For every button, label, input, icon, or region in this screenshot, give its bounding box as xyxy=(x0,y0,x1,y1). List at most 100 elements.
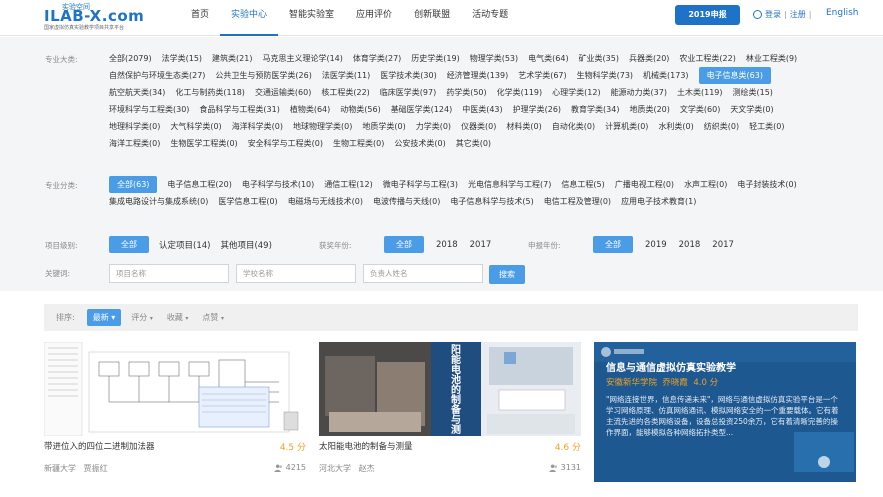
major-tag[interactable]: 纺织类(0) xyxy=(704,118,739,135)
experiment-card[interactable]: 带进位入的四位二进制加法器 4.5 分 新疆大学 贾振红 4215 xyxy=(44,342,306,482)
major-tag[interactable]: 临床医学类(97) xyxy=(380,84,436,101)
major-tag[interactable]: 海洋科学类(0) xyxy=(232,118,283,135)
major-tag[interactable]: 机械类(173) xyxy=(643,67,689,84)
sort-favorite[interactable]: 收藏 ▾ xyxy=(167,312,189,323)
major-tag[interactable]: 护理学类(26) xyxy=(513,101,561,118)
major-tag[interactable]: 化学类(119) xyxy=(497,84,543,101)
apply-2019-button[interactable]: 2019申报 xyxy=(675,5,740,25)
category-tag[interactable]: 水声工程(0) xyxy=(684,176,727,193)
major-tag[interactable]: 环境科学与工程类(30) xyxy=(109,101,189,118)
major-tag[interactable]: 医学技术类(30) xyxy=(380,67,436,84)
site-logo[interactable]: 实验空间 ILAB-X.com 国家虚拟仿真实验教学项目共享平台 xyxy=(44,2,174,32)
card-thumbnail[interactable] xyxy=(44,342,306,436)
major-tag[interactable]: 体育学类(27) xyxy=(353,50,401,67)
apply-all-button[interactable]: 全部 xyxy=(593,236,633,253)
major-tag[interactable]: 大气科学类(0) xyxy=(170,118,221,135)
search-button[interactable]: 搜索 xyxy=(489,265,525,284)
card-overlay[interactable]: 信息与通信虚拟仿真实验教学 安徽新华学院 乔晓霞 4.0 分 "网络连接世界，信… xyxy=(594,342,856,482)
category-tag[interactable]: 电子信息科学与技术(5) xyxy=(450,193,533,210)
category-tag[interactable]: 通信工程(12) xyxy=(324,176,372,193)
major-tag[interactable]: 安全科学与工程类(0) xyxy=(248,135,323,152)
major-tag[interactable]: 电子信息类(63) xyxy=(698,67,771,84)
major-tag[interactable]: 历史学类(19) xyxy=(411,50,459,67)
award-year-option[interactable]: 2018 xyxy=(436,240,458,250)
project-name-input[interactable]: 项目名称 xyxy=(109,264,229,283)
major-tag[interactable]: 马克思主义理论学(14) xyxy=(262,50,342,67)
major-tag[interactable]: 法医学类(11) xyxy=(322,67,370,84)
award-year-option[interactable]: 2017 xyxy=(470,240,492,250)
award-all-button[interactable]: 全部 xyxy=(384,236,424,253)
category-tag[interactable]: 电磁场与无线技术(0) xyxy=(288,193,363,210)
card-title[interactable]: 带进位入的四位二进制加法器 xyxy=(44,440,155,452)
category-tag[interactable]: 信息工程(5) xyxy=(561,176,604,193)
apply-year-option[interactable]: 2018 xyxy=(679,240,701,250)
major-tag[interactable]: 计算机类(0) xyxy=(605,118,648,135)
major-tag[interactable]: 力学类(0) xyxy=(416,118,451,135)
major-tag[interactable]: 药学类(50) xyxy=(446,84,486,101)
major-tag[interactable]: 矿业类(35) xyxy=(579,50,619,67)
major-tag[interactable]: 生物医学工程类(0) xyxy=(170,135,237,152)
category-tag[interactable]: 集成电路设计与集成系统(0) xyxy=(109,193,208,210)
level-all-button[interactable]: 全部 xyxy=(109,236,149,253)
category-tag[interactable]: 应用电子技术教育(1) xyxy=(621,193,696,210)
major-tag[interactable]: 公共卫生与预防医学类(26) xyxy=(215,67,311,84)
major-tag[interactable]: 心理学类(12) xyxy=(552,84,600,101)
nav-smart-lab[interactable]: 智能实验室 xyxy=(278,0,345,36)
nav-activity[interactable]: 活动专题 xyxy=(461,0,519,36)
major-tag[interactable]: 食品科学与工程类(31) xyxy=(199,101,279,118)
major-tag[interactable]: 材料类(0) xyxy=(506,118,541,135)
major-tag[interactable]: 文学类(60) xyxy=(680,101,720,118)
major-tag[interactable]: 生物科学类(73) xyxy=(577,67,633,84)
major-tag[interactable]: 地质学类(0) xyxy=(362,118,405,135)
major-tag[interactable]: 生物工程类(0) xyxy=(333,135,384,152)
category-tag[interactable]: 电子信息工程(20) xyxy=(167,176,231,193)
login-link[interactable]: 登录 xyxy=(765,9,781,20)
category-tag[interactable]: 电波传播与天线(0) xyxy=(373,193,440,210)
major-tag[interactable]: 天文学类(0) xyxy=(730,101,773,118)
language-link[interactable]: English xyxy=(826,8,859,18)
major-tag[interactable]: 化工与制药类(118) xyxy=(175,84,245,101)
major-tag[interactable]: 建筑类(21) xyxy=(212,50,252,67)
major-tag[interactable]: 能源动力类(37) xyxy=(611,84,667,101)
category-tag[interactable]: 电信工程及管理(0) xyxy=(544,193,611,210)
register-link[interactable]: 注册 xyxy=(790,9,806,20)
category-tag[interactable]: 医学信息工程(0) xyxy=(218,193,277,210)
major-tag[interactable]: 电气类(64) xyxy=(528,50,568,67)
nav-innovation-alliance[interactable]: 创新联盟 xyxy=(403,0,461,36)
school-name-input[interactable]: 学校名称 xyxy=(236,264,356,283)
major-tag[interactable]: 航空航天类(34) xyxy=(109,84,165,101)
major-tag[interactable]: 仪器类(0) xyxy=(461,118,496,135)
sort-rating[interactable]: 评分 ▾ xyxy=(131,312,153,323)
major-tag[interactable]: 自然保护与环境生态类(27) xyxy=(109,67,205,84)
major-tag[interactable]: 地球物理学类(0) xyxy=(293,118,352,135)
major-tag[interactable]: 艺术学类(67) xyxy=(518,67,566,84)
apply-year-option[interactable]: 2017 xyxy=(712,240,734,250)
major-tag[interactable]: 法学类(15) xyxy=(162,50,202,67)
major-tag[interactable]: 交通运输类(60) xyxy=(255,84,311,101)
nav-home[interactable]: 首页 xyxy=(180,0,220,36)
category-tag[interactable]: 电子科学与技术(10) xyxy=(242,176,314,193)
major-tag[interactable]: 其它类(0) xyxy=(456,135,491,152)
sort-newest-button[interactable]: 最新 ▾ xyxy=(86,309,122,326)
level-option[interactable]: 认定项目(14) xyxy=(159,239,210,251)
major-tag[interactable]: 水利类(0) xyxy=(658,118,693,135)
major-tag[interactable]: 农业工程类(22) xyxy=(679,50,735,67)
experiment-card[interactable]: 阳能电池的制备与测 太阳能电池的制备与测量 4.6 分 河北大学 赵杰 3131 xyxy=(319,342,581,482)
card-title[interactable]: 太阳能电池的制备与测量 xyxy=(319,440,413,452)
level-option[interactable]: 其他项目(49) xyxy=(220,239,271,251)
major-tag[interactable]: 物理学类(53) xyxy=(470,50,518,67)
nav-evaluation[interactable]: 应用评价 xyxy=(345,0,403,36)
category-tag[interactable]: 光电信息科学与工程(7) xyxy=(468,176,551,193)
major-tag[interactable]: 全部(2079) xyxy=(109,50,152,67)
major-tag[interactable]: 植物类(64) xyxy=(290,101,330,118)
card-thumbnail[interactable]: 阳能电池的制备与测 xyxy=(319,342,581,436)
major-tag[interactable]: 轻工类(0) xyxy=(749,118,784,135)
category-tag[interactable]: 微电子科学与工程(3) xyxy=(383,176,458,193)
major-tag[interactable]: 公安技术类(0) xyxy=(394,135,445,152)
major-tag[interactable]: 基础医学类(124) xyxy=(391,101,453,118)
major-tag[interactable]: 海洋工程类(0) xyxy=(109,135,160,152)
apply-year-option[interactable]: 2019 xyxy=(645,240,667,250)
major-tag[interactable]: 核工程类(22) xyxy=(321,84,369,101)
major-tag[interactable]: 自动化类(0) xyxy=(552,118,595,135)
category-tag[interactable]: 广播电视工程(0) xyxy=(615,176,674,193)
